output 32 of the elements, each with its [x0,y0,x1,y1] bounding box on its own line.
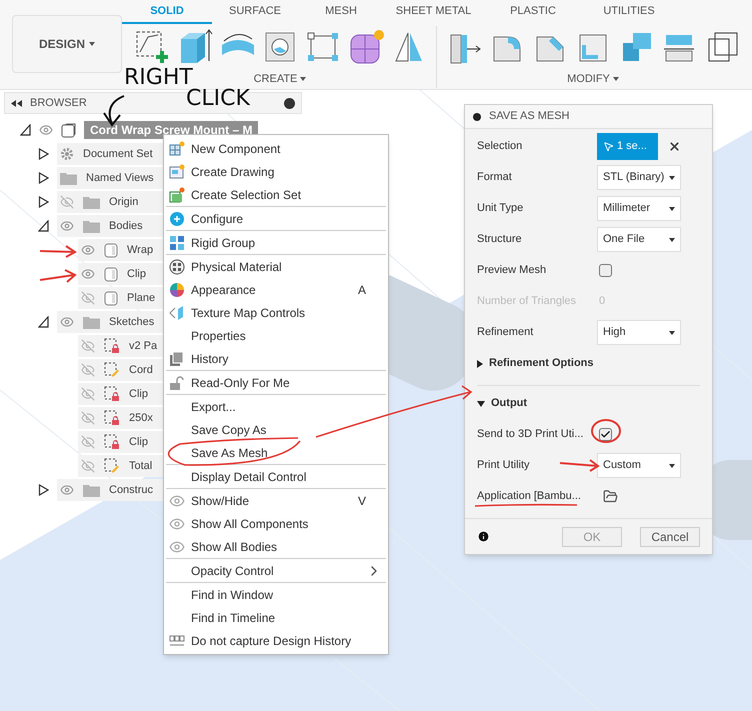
dialog-title: SAVE AS MESH [489,109,570,124]
tree-item-label: Construc [109,482,154,498]
tree-item-label: Cord [129,362,153,378]
tree-item-label: Clip [129,386,148,402]
field-label: Format [477,170,512,186]
tree-item-label: Clip [129,434,148,450]
tree-item-label: 250x [129,410,153,426]
tree-item-label: Total [129,458,152,474]
field-label: Application [Bambu... [477,489,581,504]
tree-item-label: Plane [127,290,156,306]
shortcut-key: V [358,492,382,510]
field-label: Unit Type [477,201,524,216]
tree-item-label: v2 Pa [129,338,158,354]
field-label: Send to 3D Print Uti... [477,427,584,442]
field-label: Number of Triangles [477,294,576,310]
field-label: Refinement [477,325,534,340]
tree-item-label: Bodies [109,218,143,234]
tree-item-label: Document Set [83,146,153,162]
field-label: Structure [477,232,522,248]
handwritten-note: CLICK [186,88,250,110]
tree-item-label: Clip [127,266,146,282]
tree-item-label: Named Views [86,170,154,186]
triangle-count: 0 [599,294,606,310]
tree-item-label: Sketches [109,314,154,330]
shortcut-key: A [358,280,382,298]
field-label: Print Utility [477,458,530,474]
tree-item-label: Origin [109,194,138,210]
field-label: Selection [477,139,522,154]
panel-title: BROWSER [30,96,87,111]
tree-item-label: Wrap [127,242,154,258]
handwritten-note: RIGHT [124,67,193,89]
field-label: Preview Mesh [477,263,546,278]
